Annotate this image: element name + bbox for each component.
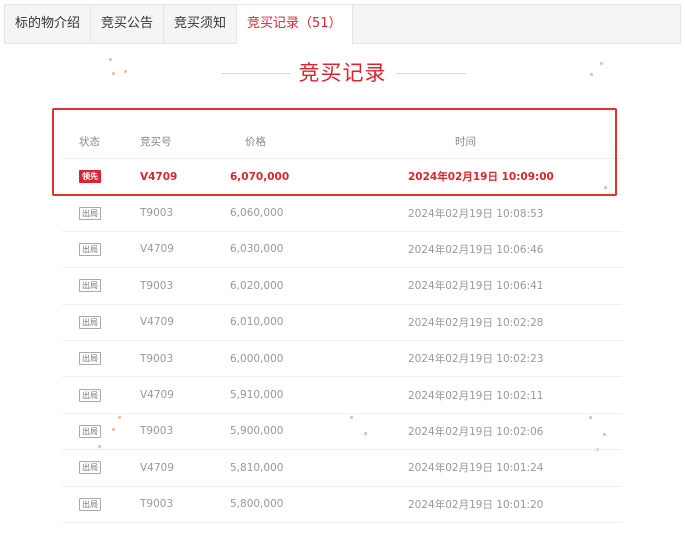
bid-time: 2024年02月19日 10:02:28 — [408, 316, 544, 329]
bid-price: 6,000,000 — [230, 352, 284, 365]
status-badge-out: 出局 — [79, 279, 101, 293]
bid-number: V4709 — [140, 461, 174, 474]
tab-announcement[interactable]: 竞买公告 — [91, 5, 165, 43]
bid-price: 6,020,000 — [230, 279, 284, 292]
bid-time: 2024年02月19日 10:06:41 — [408, 280, 544, 293]
decor-dot — [600, 62, 603, 65]
status-badge-leading: 领先 — [79, 170, 101, 184]
bid-number: T9003 — [140, 352, 174, 365]
table-row: 出局 T9003 5,900,000 2024年02月19日 10:02:06 — [62, 414, 622, 451]
tab-bid-records[interactable]: 竞买记录（51） — [237, 5, 353, 45]
bid-number: T9003 — [140, 425, 174, 438]
status-badge-out: 出局 — [79, 352, 101, 366]
bid-time: 2024年02月19日 10:09:00 — [408, 171, 554, 184]
table-row: 领先 V4709 6,070,000 2024年02月19日 10:09:00 — [62, 159, 622, 196]
bid-time: 2024年02月19日 10:02:06 — [408, 425, 544, 438]
table-header-row: 状态 竞买号 价格 时间 — [62, 124, 622, 159]
tab-item-intro[interactable]: 标的物介绍 — [5, 5, 92, 43]
bid-price: 6,010,000 — [230, 316, 284, 329]
bid-number: V4709 — [140, 316, 174, 329]
bid-price: 6,030,000 — [230, 243, 284, 256]
status-badge-out: 出局 — [79, 424, 101, 438]
status-badge-out: 出局 — [79, 315, 101, 329]
table-row: 出局 V4709 6,010,000 2024年02月19日 10:02:28 — [62, 305, 622, 341]
section-header: 竞买记录 — [0, 58, 685, 88]
table-row: 出局 V4709 5,910,000 2024年02月19日 10:02:11 — [62, 377, 622, 414]
bid-time: 2024年02月19日 10:08:53 — [408, 207, 544, 220]
bid-number: T9003 — [140, 207, 174, 220]
bid-time: 2024年02月19日 10:02:23 — [408, 353, 544, 366]
bid-price: 5,900,000 — [230, 425, 284, 438]
bid-price: 5,910,000 — [230, 389, 284, 402]
decor-dot — [590, 73, 593, 76]
table-row: 出局 T9003 5,800,000 2024年02月19日 10:01:20 — [62, 487, 622, 523]
decor-dot — [109, 58, 112, 61]
header-time: 时间 — [455, 135, 476, 148]
bid-time: 2024年02月19日 10:06:46 — [408, 243, 544, 256]
decor-dot — [124, 70, 127, 73]
table-row: 出局 V4709 6,030,000 2024年02月19日 10:06:46 — [62, 232, 622, 269]
bid-number: V4709 — [140, 389, 174, 402]
table-row: 出局 T9003 6,020,000 2024年02月19日 10:06:41 — [62, 268, 622, 305]
tab-notice[interactable]: 竞买须知 — [164, 5, 238, 43]
bid-time: 2024年02月19日 10:01:20 — [408, 498, 544, 511]
header-price: 价格 — [245, 135, 266, 148]
bid-time: 2024年02月19日 10:01:24 — [408, 462, 544, 475]
bid-records-table: 状态 竞买号 价格 时间 领先 V4709 6,070,000 2024年02月… — [62, 124, 622, 523]
bid-price: 5,810,000 — [230, 461, 284, 474]
bid-time: 2024年02月19日 10:02:11 — [408, 389, 544, 402]
title-divider-right — [396, 73, 466, 74]
status-badge-out: 出局 — [79, 242, 101, 256]
bid-price: 5,800,000 — [230, 498, 284, 511]
table-row: 出局 T9003 6,000,000 2024年02月19日 10:02:23 — [62, 341, 622, 378]
status-badge-out: 出局 — [79, 461, 101, 475]
status-badge-out: 出局 — [79, 388, 101, 402]
bid-number: V4709 — [140, 243, 174, 256]
title-divider-left — [221, 73, 291, 74]
header-bid-number: 竞买号 — [140, 135, 172, 148]
table-row: 出局 T9003 6,060,000 2024年02月19日 10:08:53 — [62, 195, 622, 232]
bid-price: 6,070,000 — [230, 170, 290, 183]
header-status: 状态 — [79, 135, 100, 148]
bid-number: T9003 — [140, 498, 174, 511]
bid-number: T9003 — [140, 279, 174, 292]
section-title: 竞买记录 — [298, 61, 387, 85]
decor-dot — [112, 72, 115, 75]
table-row: 出局 V4709 5,810,000 2024年02月19日 10:01:24 — [62, 450, 622, 487]
status-badge-out: 出局 — [79, 206, 101, 220]
bid-number: V4709 — [140, 170, 178, 183]
bid-price: 6,060,000 — [230, 207, 284, 220]
tab-bar: 标的物介绍 竞买公告 竞买须知 竞买记录（51） — [4, 4, 681, 45]
status-badge-out: 出局 — [79, 497, 101, 511]
